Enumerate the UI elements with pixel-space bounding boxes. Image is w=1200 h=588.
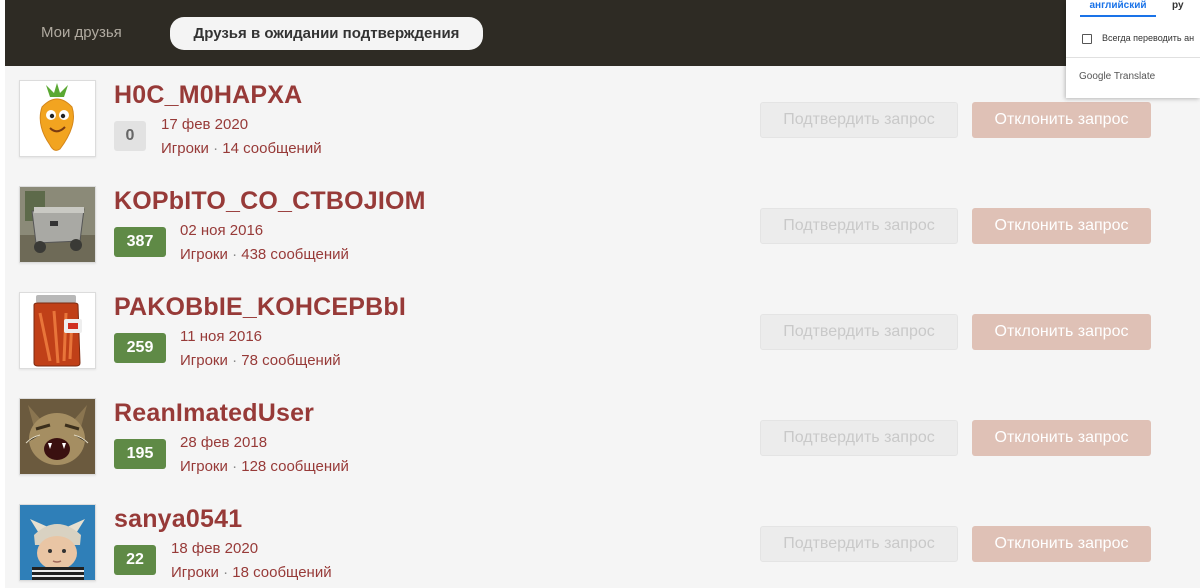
message-count: 14 сообщений [222,140,322,157]
username-link[interactable]: H0C_M0HAPXA [114,81,302,110]
user-group: Игроки [180,246,228,263]
avatar[interactable] [19,186,96,263]
reputation-badge: 0 [114,121,146,151]
reputation-badge: 259 [114,333,166,363]
friend-request-row: KOPbITO_CO_CTBOJIOM 387 02 ноя 2016 Игро… [5,172,1200,278]
meta-separator: · [223,564,229,581]
reputation-badge: 387 [114,227,166,257]
friends-nav-bar: Мои друзья Друзья в ожидании подтвержден… [5,0,1200,66]
tab-pending-friends[interactable]: Друзья в ожидании подтверждения [170,17,483,50]
user-group: Игроки [180,458,228,475]
message-count: 78 сообщений [241,352,341,369]
trough-avatar-icon [20,187,95,262]
avatar[interactable] [19,398,96,475]
username-link[interactable]: PAKOBbIE_KOHCEPBbI [114,293,406,322]
always-translate-label[interactable]: Всегда переводить ан [1102,33,1194,43]
friend-request-row: ReanImatedUser 195 28 фев 2018 Игроки · … [5,384,1200,490]
username-link[interactable]: KOPbITO_CO_CTBOJIOM [114,187,426,216]
confirm-request-button[interactable]: Подтвердить запрос [760,526,958,562]
user-group: Игроки [171,564,219,581]
friend-request-row: PAKOBbIE_KOHCEPBbI 259 11 ноя 2016 Игрок… [5,278,1200,384]
user-meta: Игроки · 128 сообщений [180,458,349,475]
user-group: Игроки [180,352,228,369]
tab-my-friends[interactable]: Мои друзья [41,24,122,41]
message-count: 128 сообщений [241,458,349,475]
meta-separator: · [232,352,238,369]
join-date: 11 ноя 2016 [180,328,263,345]
meta-separator: · [232,458,238,475]
confirm-request-button[interactable]: Подтвердить запрос [760,102,958,138]
divider [1066,57,1200,58]
reject-request-button[interactable]: Отклонить запрос [972,526,1151,562]
reject-request-button[interactable]: Отклонить запрос [972,420,1151,456]
join-date: 02 ноя 2016 [180,222,264,239]
username-link[interactable]: sanya0541 [114,505,242,534]
friend-request-row: H0C_M0HAPXA 0 17 фев 2020 Игроки · 14 со… [5,66,1200,172]
meta-separator: · [232,246,238,263]
translate-tab-russian[interactable]: ру [1172,0,1184,11]
join-date: 18 фев 2020 [171,540,259,557]
confirm-request-button[interactable]: Подтвердить запрос [760,208,958,244]
always-translate-checkbox[interactable] [1082,34,1092,44]
reputation-badge: 22 [114,545,156,575]
friend-request-row: sanya0541 22 18 фев 2020 Игроки · 18 соо… [5,490,1200,588]
user-meta: Игроки · 18 сообщений [171,564,332,581]
baby-avatar-icon [20,505,95,580]
user-meta: Игроки · 14 сообщений [161,140,322,157]
avatar[interactable] [19,80,96,157]
reject-request-button[interactable]: Отклонить запрос [972,102,1151,138]
join-date: 28 фев 2018 [180,434,268,451]
jar-avatar-icon [20,293,95,368]
user-meta: Игроки · 438 сообщений [180,246,349,263]
translate-brand: Google Translate [1079,71,1156,82]
translate-tab-english[interactable]: английский [1080,0,1156,17]
translate-popup: английский ру Всегда переводить ан Googl… [1066,0,1200,98]
username-link[interactable]: ReanImatedUser [114,399,314,428]
user-meta: Игроки · 78 сообщений [180,352,341,369]
confirm-request-button[interactable]: Подтвердить запрос [760,420,958,456]
avatar[interactable] [19,504,96,581]
cat-avatar-icon [20,399,95,474]
reject-request-button[interactable]: Отклонить запрос [972,314,1151,350]
join-date: 17 фев 2020 [161,116,249,133]
message-count: 18 сообщений [232,564,332,581]
user-group: Игроки [161,140,209,157]
confirm-request-button[interactable]: Подтвердить запрос [760,314,958,350]
meta-separator: · [213,140,219,157]
friend-requests-list: H0C_M0HAPXA 0 17 фев 2020 Игроки · 14 со… [5,66,1200,588]
reject-request-button[interactable]: Отклонить запрос [972,208,1151,244]
avatar[interactable] [19,292,96,369]
carrot-avatar-icon [20,81,95,156]
reputation-badge: 195 [114,439,166,469]
message-count: 438 сообщений [241,246,349,263]
